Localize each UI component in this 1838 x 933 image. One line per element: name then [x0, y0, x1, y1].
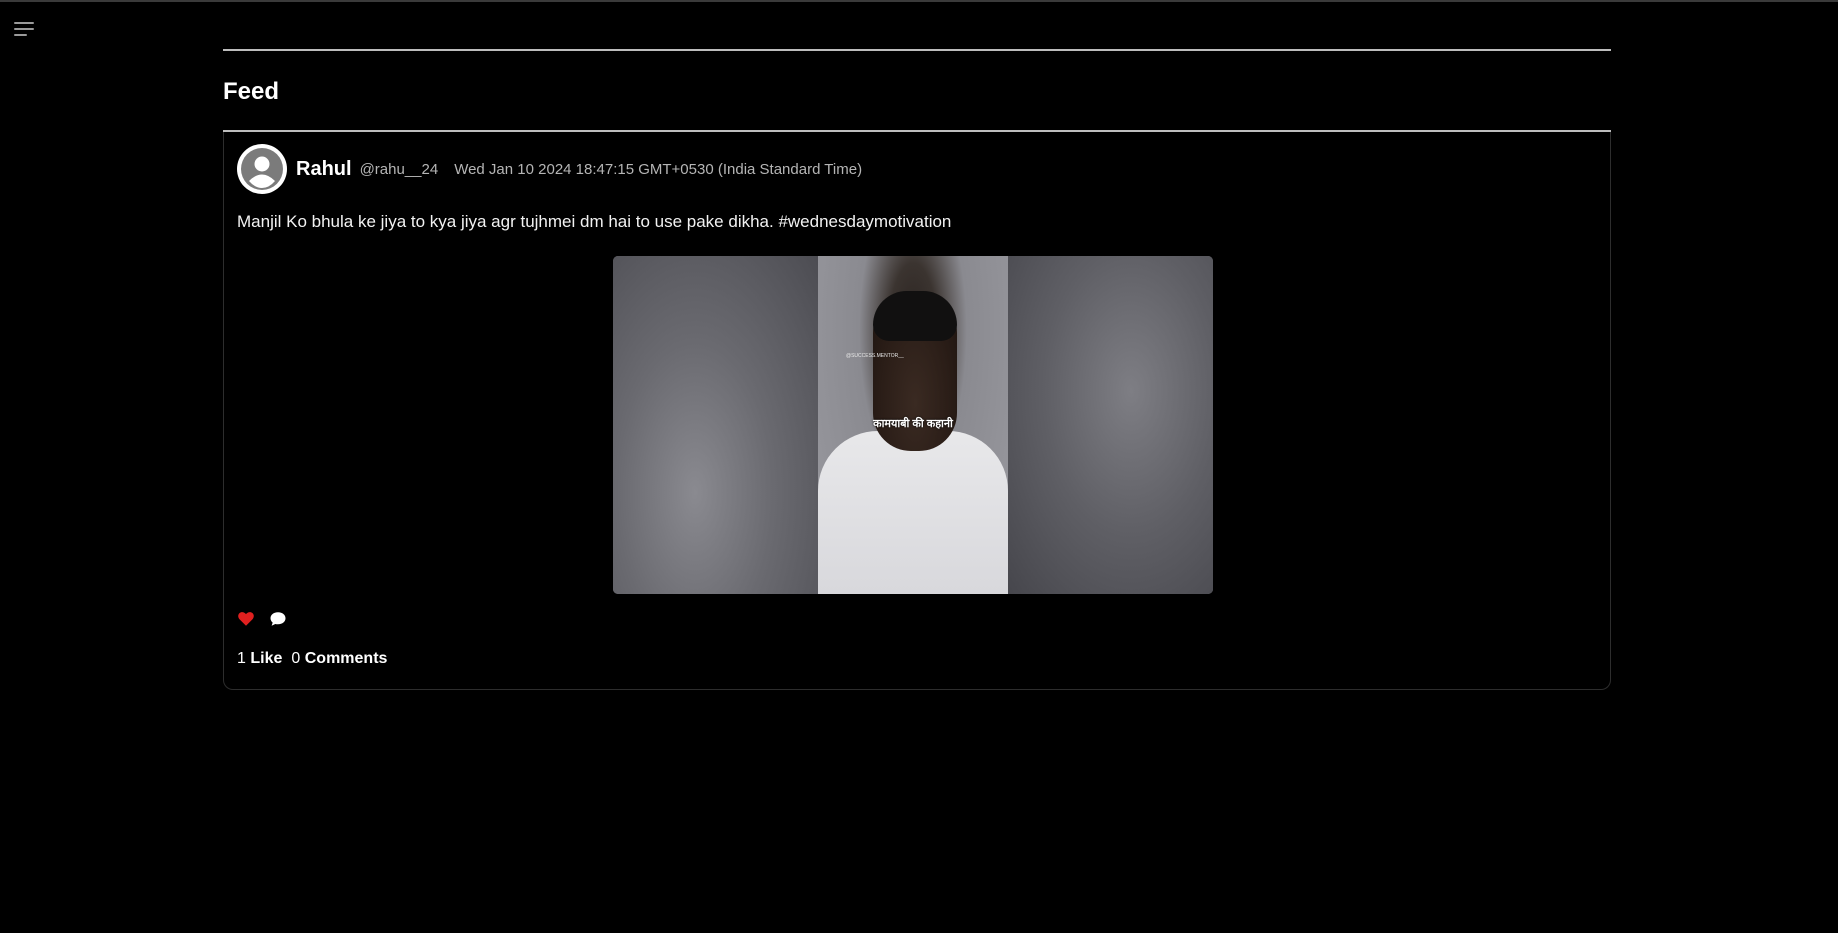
post-video[interactable]: @SUCCESS.MENTOR__ कामयाबी की कहानी	[613, 256, 1213, 594]
post-actions	[237, 610, 301, 628]
user-placeholder-icon	[241, 148, 283, 190]
video-caption: कामयाबी की कहानी	[873, 418, 953, 430]
video-subject-hair	[873, 291, 957, 341]
video-watermark: @SUCCESS.MENTOR__	[846, 353, 904, 359]
comments-count: 0	[291, 650, 301, 667]
video-blur-left	[613, 256, 818, 594]
heart-icon[interactable]	[237, 610, 255, 628]
author-handle[interactable]: @rahu__24	[360, 161, 439, 178]
hamburger-menu-icon[interactable]	[12, 20, 36, 40]
video-blur-right	[1008, 256, 1213, 594]
page-title: Feed	[223, 78, 280, 105]
speech-bubble-icon[interactable]	[269, 610, 287, 628]
comments-stat[interactable]: 0 Comments	[291, 650, 387, 668]
avatar[interactable]	[237, 144, 287, 194]
video-frame: @SUCCESS.MENTOR__ कामयाबी की कहानी	[818, 256, 1008, 594]
post-timestamp: Wed Jan 10 2024 18:47:15 GMT+0530 (India…	[454, 160, 863, 178]
likes-label: Like	[250, 650, 283, 667]
top-border	[0, 0, 1838, 2]
comments-label: Comments	[304, 650, 388, 667]
post-card: Rahul @rahu__24 Wed Jan 10 2024 18:47:15…	[223, 132, 1611, 690]
likes-count: 1	[237, 650, 246, 667]
post-header: Rahul @rahu__24 Wed Jan 10 2024 18:47:15…	[237, 144, 862, 194]
video-subject-shirt	[818, 431, 1008, 594]
feed-container: Feed Rahul @rahu__24 Wed Jan 10 2024 18:…	[223, 49, 1611, 690]
post-stats: 1 Like 0 Comments	[237, 650, 396, 668]
author-name[interactable]: Rahul	[296, 158, 352, 181]
likes-stat[interactable]: 1 Like	[237, 650, 282, 668]
post-text: Manjil Ko bhula ke jiya to kya jiya agr …	[237, 212, 952, 231]
